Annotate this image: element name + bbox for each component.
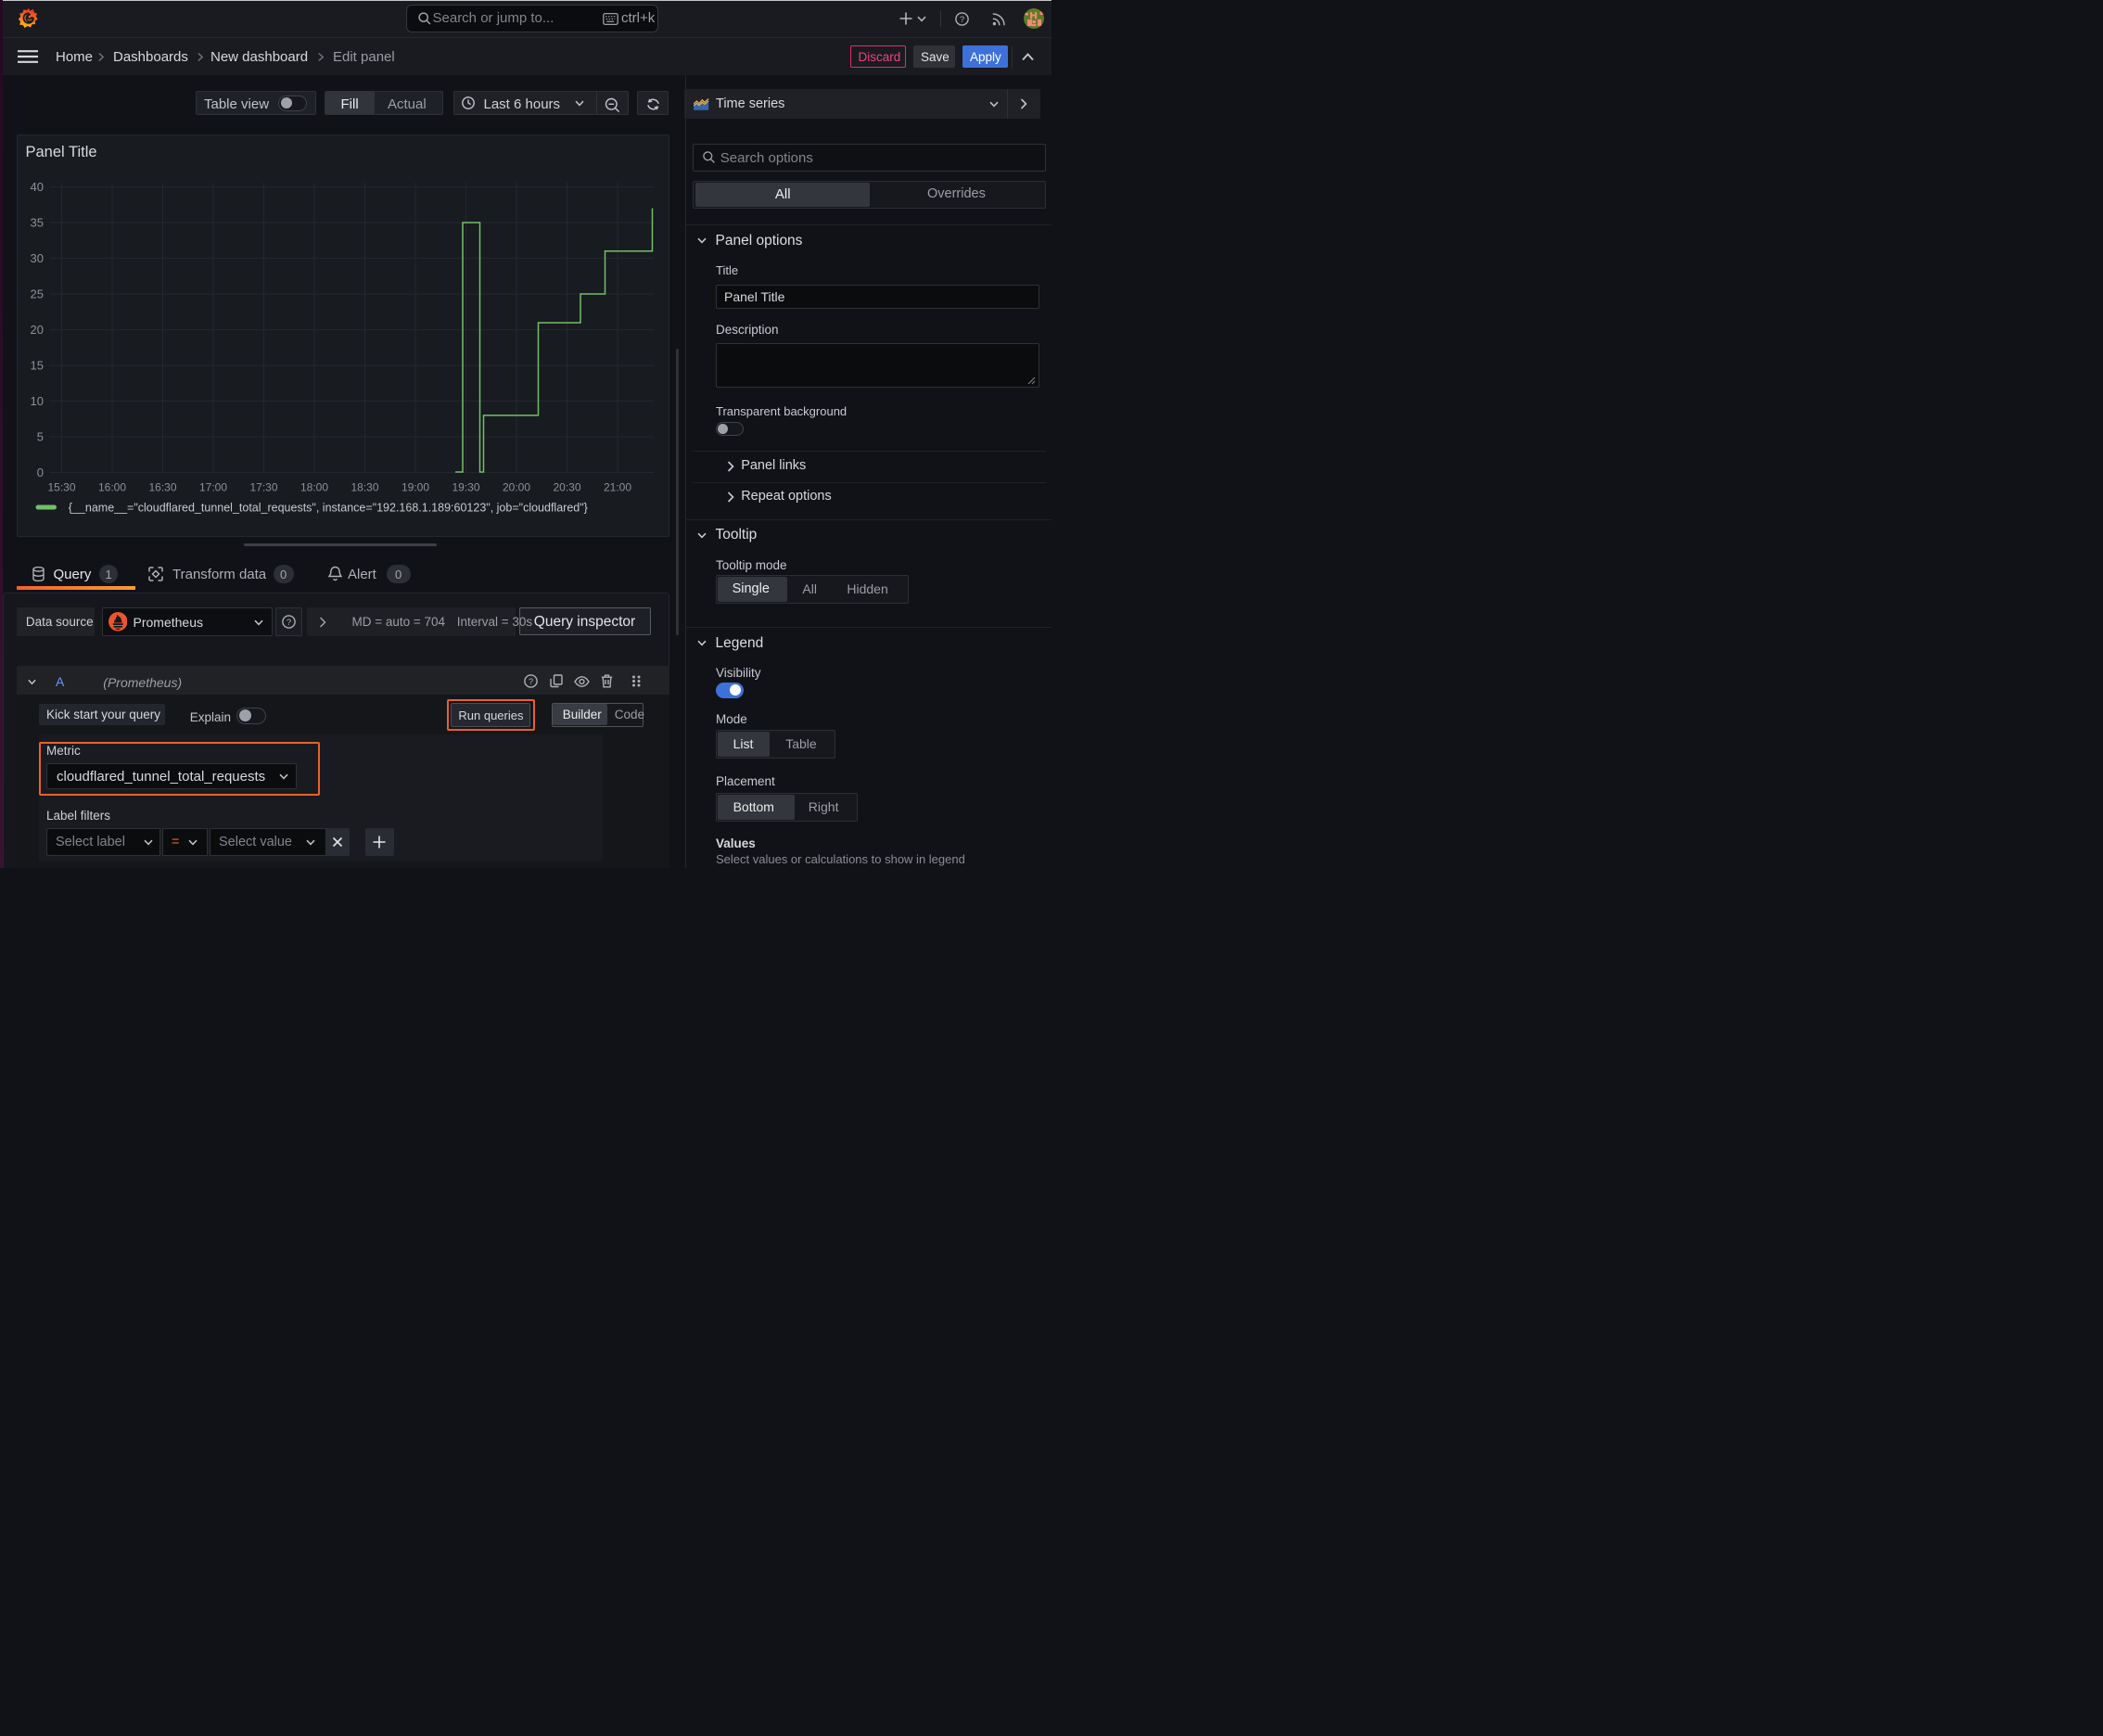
svg-text:?: ? xyxy=(529,677,533,687)
svg-text:21:00: 21:00 xyxy=(603,480,631,493)
svg-text:16:00: 16:00 xyxy=(97,480,125,493)
svg-text:30: 30 xyxy=(30,251,43,265)
svg-text:15: 15 xyxy=(30,358,43,372)
svg-text:{__name__="cloudflared_tunnel_: {__name__="cloudflared_tunnel_total_requ… xyxy=(68,501,587,514)
svg-text:35: 35 xyxy=(30,215,43,229)
svg-text:17:30: 17:30 xyxy=(249,480,277,493)
svg-text:15:30: 15:30 xyxy=(47,480,75,493)
svg-text:19:30: 19:30 xyxy=(452,480,479,493)
svg-text:40: 40 xyxy=(30,180,43,194)
svg-text:20: 20 xyxy=(30,323,43,337)
svg-text:16:30: 16:30 xyxy=(148,480,176,493)
svg-text:17:00: 17:00 xyxy=(198,480,226,493)
svg-text:0: 0 xyxy=(36,466,43,479)
svg-text:25: 25 xyxy=(30,287,43,300)
svg-text:19:00: 19:00 xyxy=(401,480,428,493)
svg-text:20:00: 20:00 xyxy=(502,480,529,493)
svg-text:?: ? xyxy=(960,14,964,24)
svg-text:18:00: 18:00 xyxy=(300,480,327,493)
svg-text:20:30: 20:30 xyxy=(553,480,580,493)
svg-text:Panel Title: Panel Title xyxy=(25,144,96,160)
svg-text:10: 10 xyxy=(30,394,43,408)
svg-text:18:30: 18:30 xyxy=(350,480,378,493)
svg-text:?: ? xyxy=(287,618,291,628)
svg-text:5: 5 xyxy=(36,429,43,443)
